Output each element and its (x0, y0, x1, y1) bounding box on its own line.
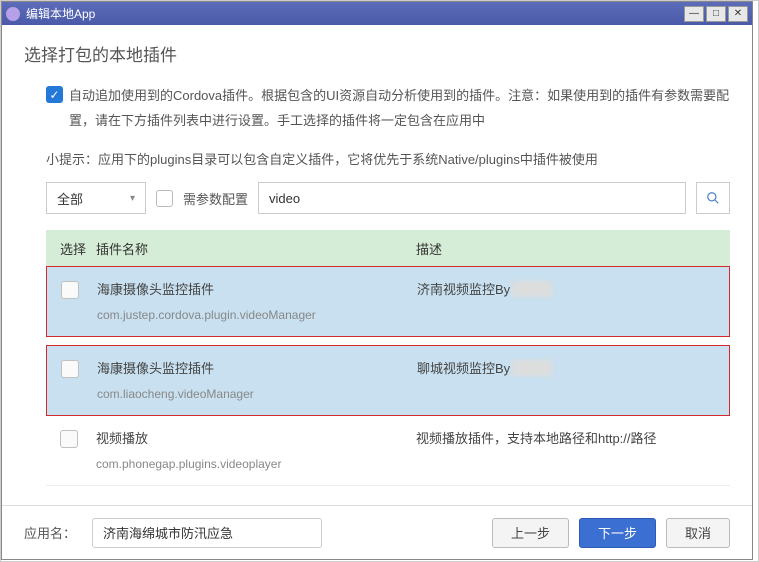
plugin-desc: 济南视频监控By (417, 279, 729, 298)
category-select[interactable]: 全部 ▾ (46, 182, 146, 214)
plugin-id: com.justep.cordova.plugin.videoManager (97, 308, 417, 322)
category-select-value: 全部 (57, 189, 83, 208)
app-name-input[interactable] (92, 518, 322, 548)
prev-button[interactable]: 上一步 (492, 518, 569, 548)
plugin-name: 视频播放 (96, 428, 416, 447)
redacted-text (512, 281, 552, 297)
plugin-id: com.liaocheng.videoManager (97, 387, 417, 401)
hint-text: 小提示：应用下的plugins目录可以包含自定义插件，它将优先于系统Native… (46, 149, 730, 168)
app-window: 编辑本地App — □ ✕ 选择打包的本地插件 ✓ 自动追加使用到的Cordov… (1, 1, 753, 560)
auto-add-row: ✓ 自动追加使用到的Cordova插件。根据包含的UI资源自动分析使用到的插件。… (46, 84, 730, 133)
th-select: 选择 (46, 239, 96, 258)
redacted-text (512, 360, 552, 376)
window-controls: — □ ✕ (684, 6, 748, 22)
page-title: 选择打包的本地插件 (24, 41, 730, 66)
plugin-name: 海康摄像头监控插件 (97, 358, 417, 377)
app-icon (6, 7, 20, 21)
plugin-id: com.phonegap.plugins.videoplayer (96, 457, 416, 471)
table-row[interactable]: 海康摄像头监控插件 com.justep.cordova.plugin.vide… (46, 266, 730, 337)
minimize-button[interactable]: — (684, 6, 704, 22)
plugin-table: 选择 插件名称 描述 海康摄像头监控插件 com.justep.cordova.… (46, 230, 730, 486)
titlebar: 编辑本地App — □ ✕ (2, 2, 752, 25)
maximize-button[interactable]: □ (706, 6, 726, 22)
row-checkbox[interactable] (60, 430, 78, 448)
table-row[interactable]: 海康摄像头监控插件 com.liaocheng.videoManager 聊城视… (46, 345, 730, 416)
th-desc: 描述 (416, 239, 730, 258)
app-name-label: 应用名： (24, 523, 76, 542)
close-button[interactable]: ✕ (728, 6, 748, 22)
auto-add-description: 自动追加使用到的Cordova插件。根据包含的UI资源自动分析使用到的插件。注意… (69, 84, 730, 133)
search-icon (706, 191, 720, 205)
search-input[interactable] (269, 191, 675, 206)
table-header: 选择 插件名称 描述 (46, 230, 730, 266)
next-button[interactable]: 下一步 (579, 518, 656, 548)
param-config-checkbox[interactable] (156, 190, 173, 207)
cancel-button[interactable]: 取消 (666, 518, 730, 548)
th-name: 插件名称 (96, 239, 416, 258)
plugin-desc: 视频播放插件，支持本地路径和http://路径 (416, 428, 730, 447)
chevron-down-icon: ▾ (130, 193, 135, 204)
filter-row: 全部 ▾ 需参数配置 (46, 182, 730, 214)
search-box (258, 182, 686, 214)
table-row[interactable]: 视频播放 com.phonegap.plugins.videoplayer 视频… (46, 416, 730, 486)
content-area: 选择打包的本地插件 ✓ 自动追加使用到的Cordova插件。根据包含的UI资源自… (2, 25, 752, 486)
search-button[interactable] (696, 182, 730, 214)
plugin-desc: 聊城视频监控By (417, 358, 729, 377)
row-checkbox[interactable] (61, 360, 79, 378)
plugin-name: 海康摄像头监控插件 (97, 279, 417, 298)
window-title: 编辑本地App (26, 5, 684, 22)
param-config-label: 需参数配置 (183, 189, 248, 208)
auto-add-checkbox[interactable]: ✓ (46, 86, 63, 103)
row-checkbox[interactable] (61, 281, 79, 299)
footer: 应用名： 上一步 下一步 取消 (2, 505, 752, 559)
